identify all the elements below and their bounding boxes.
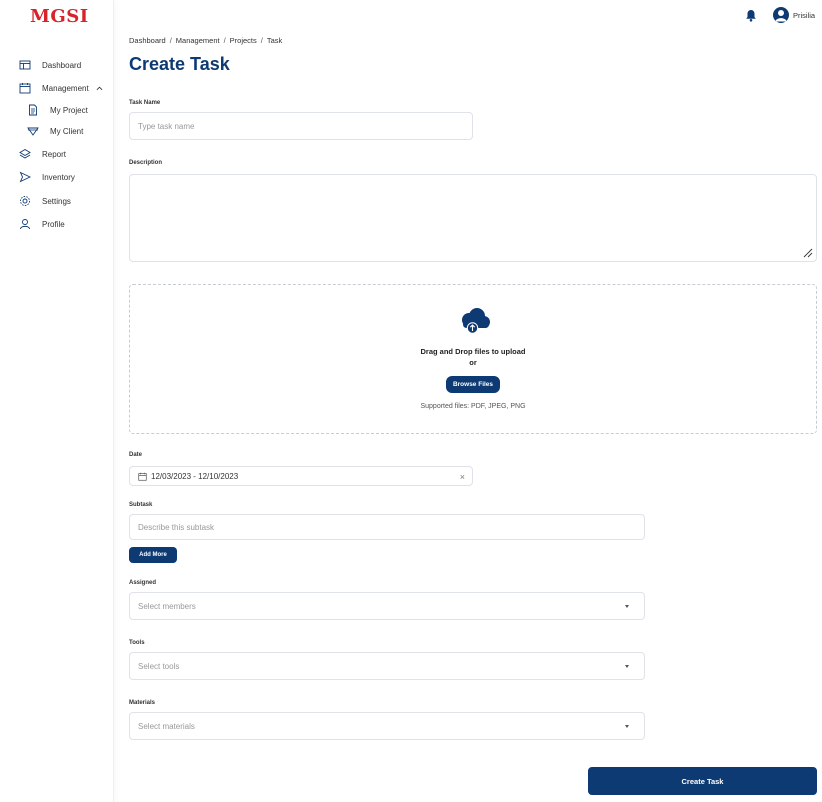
breadcrumb-separator: / [223, 36, 226, 45]
browse-files-button[interactable]: Browse Files [446, 376, 500, 393]
document-icon [26, 104, 40, 116]
assigned-select[interactable]: Select members [129, 592, 645, 620]
layout-icon [18, 59, 32, 71]
caret-down-icon [625, 725, 629, 728]
breadcrumb-item-dashboard[interactable]: Dashboard [129, 36, 166, 45]
user-avatar-icon [775, 10, 787, 22]
subtask-placeholder: Describe this subtask [138, 522, 215, 532]
breadcrumb-separator: / [260, 36, 263, 45]
file-dropzone[interactable]: Drag and Drop files to upload or Browse … [129, 284, 817, 434]
task-name-placeholder: Type task name [138, 121, 195, 131]
sidebar-item-report[interactable]: Report [18, 148, 66, 160]
bell-icon[interactable] [745, 9, 757, 22]
sidebar-item-label: My Project [50, 105, 88, 115]
task-name-input[interactable]: Type task name [129, 112, 473, 140]
user-name[interactable]: Prisilia [793, 11, 815, 20]
tools-label: Tools [129, 640, 145, 646]
breadcrumb-separator: / [169, 36, 172, 45]
dropzone-or: or [469, 358, 477, 367]
calendar-icon [138, 472, 147, 481]
subtask-label: Subtask [129, 502, 153, 508]
sidebar-item-label: Settings [42, 196, 71, 206]
tools-select[interactable]: Select tools [129, 652, 645, 680]
sidebar-item-label: My Client [50, 126, 84, 136]
logo: MGSI [30, 6, 89, 27]
send-icon [18, 171, 32, 183]
dropzone-title: Drag and Drop files to upload [420, 347, 526, 356]
materials-label: Materials [129, 700, 156, 706]
sidebar-item-label: Dashboard [42, 60, 82, 70]
cloud-upload-icon [462, 308, 490, 334]
sidebar-item-label: Inventory [42, 172, 75, 182]
layers-icon [18, 148, 32, 160]
add-more-button[interactable]: Add More [129, 547, 177, 563]
date-range-input[interactable]: 12/03/2023 - 12/10/2023 × [129, 466, 473, 486]
description-textarea[interactable] [129, 174, 817, 262]
resize-handle-icon[interactable] [803, 248, 813, 258]
assigned-placeholder: Select members [138, 601, 196, 611]
breadcrumb: Dashboard / Management / Projects / Task [129, 36, 282, 45]
user-icon [18, 218, 32, 230]
sidebar-item-management[interactable]: Management [18, 82, 103, 94]
sidebar-item-label: Management [42, 83, 89, 93]
breadcrumb-item-task: Task [266, 36, 283, 45]
sidebar-item-profile[interactable]: Profile [18, 218, 65, 230]
avatar[interactable] [773, 7, 789, 23]
materials-placeholder: Select materials [138, 721, 195, 731]
tools-placeholder: Select tools [138, 661, 180, 671]
description-label: Description [129, 160, 163, 166]
breadcrumb-item-management[interactable]: Management [176, 36, 220, 45]
sidebar-item-label: Report [42, 149, 67, 159]
task-name-label: Task Name [129, 100, 161, 106]
materials-select[interactable]: Select materials [129, 712, 645, 740]
page-title: Create Task [129, 54, 230, 74]
sidebar-item-label: Profile [42, 219, 65, 229]
sidebar-item-inventory[interactable]: Inventory [18, 171, 75, 183]
sidebar-item-settings[interactable]: Settings [18, 195, 71, 207]
caret-down-icon [625, 605, 629, 608]
sidebar-item-dashboard[interactable]: Dashboard [18, 59, 81, 71]
chevron-up-icon[interactable] [96, 85, 103, 92]
assigned-label: Assigned [129, 580, 157, 586]
date-label: Date [129, 452, 143, 458]
gear-icon [18, 195, 32, 207]
supported-files-text: Supported files: PDF, JPEG, PNG [420, 403, 526, 410]
calendar-icon [18, 82, 32, 94]
clear-date-icon[interactable]: × [460, 472, 465, 482]
diamond-icon [26, 125, 40, 137]
sidebar-item-my-project[interactable]: My Project [26, 104, 88, 116]
sidebar: MGSI Dashboard Management My Project My … [0, 0, 114, 802]
date-range-value: 12/03/2023 - 12/10/2023 [151, 471, 239, 481]
breadcrumb-item-projects[interactable]: Projects [230, 36, 257, 45]
sidebar-item-my-client[interactable]: My Client [26, 125, 83, 137]
subtask-input[interactable]: Describe this subtask [129, 514, 645, 540]
create-task-button[interactable]: Create Task [588, 767, 817, 795]
caret-down-icon [625, 665, 629, 668]
